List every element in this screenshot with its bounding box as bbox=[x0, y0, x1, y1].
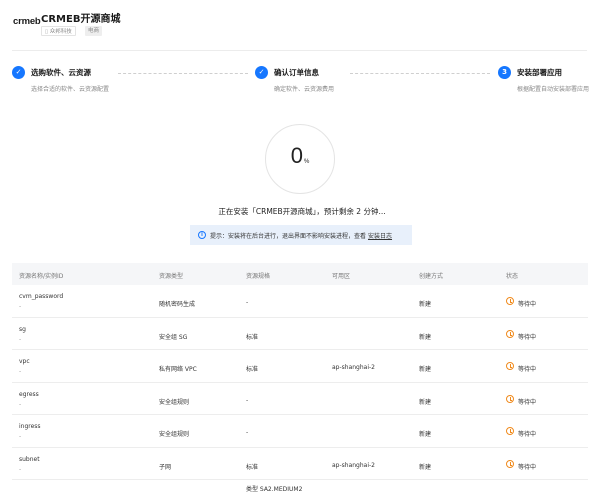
clock-icon bbox=[506, 297, 514, 305]
step-connector-2 bbox=[350, 73, 490, 74]
column-header: 可用区 bbox=[332, 273, 351, 280]
table-header: 资源名称/实例ID 资源类型 资源规格 可用区 创建方式 状态 bbox=[12, 263, 588, 285]
step-3: 3 安装部署应用 根据配置自动安装部署应用 bbox=[498, 66, 598, 96]
step-connector-1 bbox=[118, 73, 248, 74]
resource-type: 随机密码生成 bbox=[159, 301, 196, 308]
install-tip: i 提示：安装将在后台进行，退出界面不影响安装进程，查看 安装日志 bbox=[190, 225, 412, 245]
brand-logo: crmeb bbox=[13, 16, 41, 27]
progress-ring: 0% bbox=[265, 124, 335, 194]
instance-id: - bbox=[19, 465, 22, 473]
clock-icon bbox=[506, 427, 514, 435]
column-header: 资源规格 bbox=[246, 273, 271, 280]
resource-type: 安全组规则 bbox=[159, 398, 190, 406]
table-row: cvm_password - 随机密码生成 - 新建 等待中 bbox=[12, 285, 588, 318]
progress-unit: % bbox=[303, 159, 310, 165]
resource-type: 安全组 SG bbox=[159, 333, 188, 341]
resource-name: cvm_password bbox=[19, 293, 64, 300]
create-method: 新建 bbox=[419, 301, 432, 308]
step-1: ✓ 选购软件、云资源 选择合适的软件、云资源配置 bbox=[12, 66, 122, 96]
category-tag: 电商 bbox=[85, 26, 103, 36]
install-log-link[interactable]: 安装日志 bbox=[368, 231, 392, 240]
table-row: vpc - 私有网络 VPC 标准 ap-shanghai-2 新建 等待中 bbox=[12, 350, 588, 383]
progress-number: 0 bbox=[290, 143, 303, 168]
column-header: 创建方式 bbox=[419, 273, 444, 280]
instance-id: - bbox=[19, 400, 22, 408]
clock-icon bbox=[506, 394, 514, 403]
check-icon: ✓ bbox=[255, 66, 268, 79]
step-3-title: 安装部署应用 bbox=[517, 68, 562, 77]
step-1-title: 选购软件、云资源 bbox=[31, 68, 91, 77]
table-row: egress - 安全组规则 - 新建 等待中 bbox=[12, 383, 588, 415]
vendor-tag: ▯ 众邦科技 bbox=[41, 26, 76, 36]
table-row: 类型 SA2.MEDIUM2 bbox=[12, 480, 588, 500]
spec-cell: 类型 SA2.MEDIUM2 bbox=[246, 486, 303, 493]
status-label: 等待中 bbox=[518, 301, 537, 308]
resource-spec: - bbox=[246, 299, 249, 306]
table-row: sg - 安全组 SG 标准 新建 等待中 bbox=[12, 318, 588, 350]
column-header: 状态 bbox=[506, 273, 519, 280]
resource-type: 安全组规则 bbox=[159, 431, 190, 438]
status-label: 等待中 bbox=[518, 398, 537, 406]
instance-id: - bbox=[19, 303, 22, 310]
resource-name: ingress bbox=[19, 423, 41, 430]
instance-id: - bbox=[19, 433, 22, 440]
table-body: cvm_password - 随机密码生成 - 新建 等待中 sg - 安全组 SG 标准 新建 等待… bbox=[12, 285, 588, 480]
create-method: 新建 bbox=[419, 366, 432, 373]
resource-table: 资源名称/实例ID 资源类型 资源规格 可用区 创建方式 状态 cvm_pass… bbox=[12, 263, 588, 500]
create-method: 新建 bbox=[419, 431, 432, 438]
create-method: 新建 bbox=[419, 333, 432, 341]
clock-icon bbox=[506, 362, 514, 370]
status-label: 等待中 bbox=[518, 431, 537, 438]
step-3-number: 3 bbox=[498, 66, 511, 79]
resource-name: subnet bbox=[19, 455, 40, 463]
availability-zone: ap-shanghai-2 bbox=[332, 364, 375, 371]
step-2-title: 确认订单信息 bbox=[274, 68, 319, 77]
resource-name: sg bbox=[19, 325, 26, 333]
resource-spec: - bbox=[246, 396, 249, 404]
step-2-desc: 确定软件、云资源费用 bbox=[274, 86, 335, 93]
app-header: crmeb CRMEB开源商城 ▯ 众邦科技 电商 bbox=[0, 0, 604, 48]
instance-id: - bbox=[19, 368, 22, 375]
header-divider bbox=[12, 50, 587, 51]
resource-type: 私有网络 VPC bbox=[159, 366, 197, 373]
resource-spec: - bbox=[246, 429, 249, 436]
status-label: 等待中 bbox=[518, 463, 537, 471]
clock-icon bbox=[506, 459, 514, 468]
column-header: 资源类型 bbox=[159, 273, 184, 280]
status-label: 等待中 bbox=[518, 333, 537, 341]
resource-spec: 标准 bbox=[246, 366, 259, 373]
instance-id: - bbox=[19, 335, 22, 343]
tip-text: 提示：安装将在后台进行，退出界面不影响安装进程，查看 bbox=[210, 232, 367, 240]
resource-spec: 标准 bbox=[246, 463, 259, 471]
vendor-tag-label: 众邦科技 bbox=[49, 29, 72, 35]
info-icon: i bbox=[198, 231, 206, 239]
resource-spec: 标准 bbox=[246, 333, 259, 341]
table-row: ingress - 安全组规则 - 新建 等待中 bbox=[12, 415, 588, 448]
resource-type: 子网 bbox=[159, 463, 172, 471]
availability-zone: ap-shanghai-2 bbox=[332, 461, 375, 469]
create-method: 新建 bbox=[419, 463, 432, 471]
check-icon: ✓ bbox=[12, 66, 25, 79]
step-3-desc: 根据配置自动安装部署应用 bbox=[517, 86, 590, 93]
resource-name: egress bbox=[19, 390, 39, 398]
app-title: CRMEB开源商城 bbox=[41, 14, 121, 25]
install-status-text: 正在安装「CRMEB开源商城」，预计剩余 2 分钟... bbox=[218, 207, 386, 216]
step-1-desc: 选择合适的软件、云资源配置 bbox=[31, 86, 110, 93]
building-icon: ▯ bbox=[45, 29, 49, 35]
step-2: ✓ 确认订单信息 确定软件、云资源费用 bbox=[255, 66, 365, 96]
table-row: subnet - 子网 标准 ap-shanghai-2 新建 等待中 bbox=[12, 448, 588, 480]
create-method: 新建 bbox=[419, 398, 432, 406]
resource-name: vpc bbox=[19, 358, 30, 365]
clock-icon bbox=[506, 329, 514, 338]
status-label: 等待中 bbox=[518, 366, 537, 373]
column-header: 资源名称/实例ID bbox=[19, 273, 64, 280]
progress-value: 0% bbox=[266, 143, 334, 169]
